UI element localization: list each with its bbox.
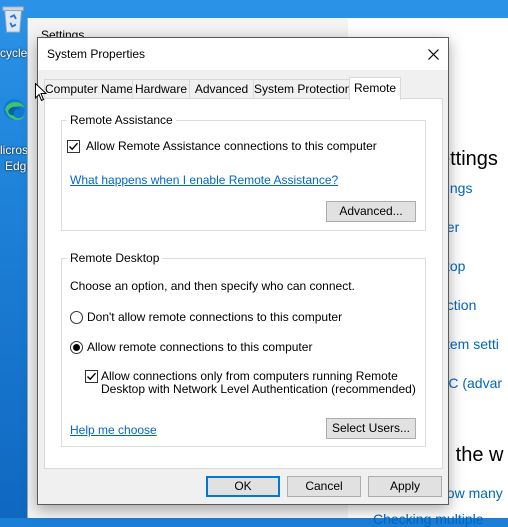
tab-system-protection[interactable]: System Protection — [253, 79, 351, 99]
recycle-bin-icon — [2, 6, 24, 33]
edge-icon — [3, 99, 25, 121]
nla-only-checkbox[interactable] — [85, 370, 98, 383]
dialog-title: System Properties — [47, 47, 146, 61]
advanced-button[interactable]: Advanced... — [326, 201, 416, 222]
dont-allow-remote-radio[interactable] — [70, 311, 83, 324]
checkmark-icon — [87, 372, 97, 381]
tab-advanced[interactable]: Advanced — [189, 79, 254, 99]
remote-desktop-group-label: Remote Desktop — [67, 251, 163, 265]
remote-tab-panel: Remote Assistance Allow Remote Assistanc… — [44, 98, 443, 469]
settings-link[interactable]: Checking multiple — [373, 511, 484, 527]
tab-hardware[interactable]: Hardware — [132, 79, 190, 99]
nla-only-label-line1[interactable]: Allow connections only from computers ru… — [101, 369, 398, 383]
close-icon — [427, 48, 439, 60]
remote-desktop-group: Remote Desktop Choose an option, and the… — [61, 251, 426, 447]
system-properties-dialog: System Properties Computer Name Hardware… — [37, 37, 449, 505]
tab-computer-name[interactable]: Computer Name — [44, 79, 133, 99]
nla-only-label-line2[interactable]: Desktop with Network Level Authenticatio… — [101, 382, 416, 396]
ok-button[interactable]: OK — [206, 476, 280, 497]
help-me-choose-link[interactable]: Help me choose — [70, 423, 157, 437]
apply-button[interactable]: Apply — [368, 476, 442, 497]
select-users-button[interactable]: Select Users... — [326, 418, 416, 439]
allow-remote-label[interactable]: Allow remote connections to this compute… — [87, 340, 312, 354]
cancel-button[interactable]: Cancel — [287, 476, 361, 497]
radio-selected-dot — [73, 344, 80, 351]
allow-remote-radio[interactable] — [70, 341, 83, 354]
tab-remote[interactable]: Remote — [349, 77, 401, 100]
close-button[interactable] — [418, 38, 448, 70]
remote-assistance-help-link[interactable]: What happens when I enable Remote Assist… — [70, 173, 338, 187]
desktop-icon-label: licros — [0, 143, 29, 157]
remote-assistance-group: Remote Assistance Allow Remote Assistanc… — [61, 113, 426, 231]
desktop-icon-label: cycle — [0, 46, 28, 60]
remote-assistance-group-label: Remote Assistance — [67, 113, 176, 127]
mouse-pointer-icon — [35, 83, 47, 102]
allow-remote-assistance-checkbox[interactable] — [67, 140, 80, 153]
remote-desktop-instruction: Choose an option, and then specify who c… — [70, 279, 355, 293]
dont-allow-remote-label[interactable]: Don't allow remote connections to this c… — [87, 310, 342, 324]
allow-remote-assistance-label[interactable]: Allow Remote Assistance connections to t… — [86, 139, 377, 153]
dialog-titlebar[interactable]: System Properties — [38, 38, 448, 70]
checkmark-icon — [69, 142, 79, 151]
